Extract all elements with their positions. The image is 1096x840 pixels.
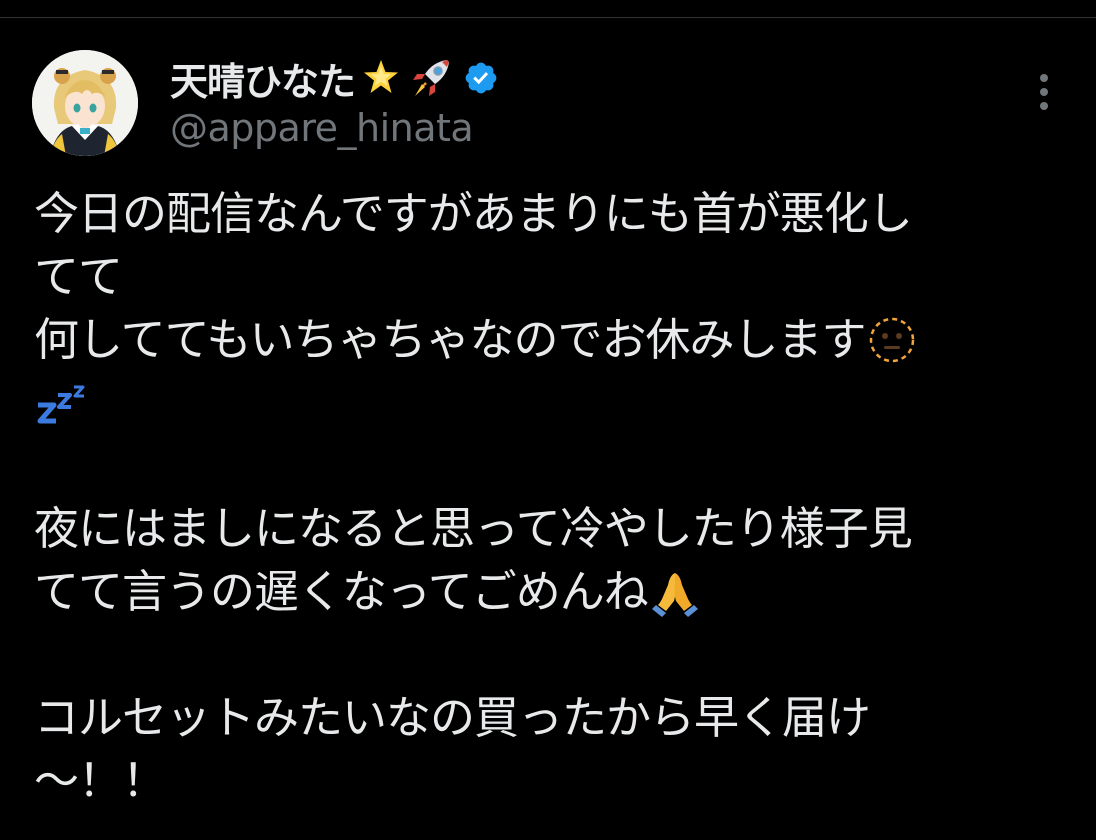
tweet-line: 夜にはましになると思って冷やしたり様子見 (34, 502, 913, 555)
rocket-icon (413, 60, 450, 96)
tweet-line (34, 434, 1054, 497)
tweet-line: コルセットみたいなの買ったから早く届け (34, 691, 871, 744)
tweet-line (34, 623, 1054, 686)
verified-badge-icon (465, 62, 497, 94)
dotted-line-face-icon (869, 317, 914, 362)
glowing-star-icon (364, 60, 399, 93)
more-vertical-icon (1040, 74, 1048, 110)
more-options-button[interactable] (1024, 70, 1064, 114)
avatar[interactable] (32, 50, 138, 156)
avatar-image (32, 50, 138, 156)
folded-hands-icon (651, 572, 698, 617)
tweet-line (34, 371, 1054, 434)
tweet-line: 何しててもいちゃちゃなのでお休みします (34, 308, 1054, 371)
display-name-row[interactable]: 天晴ひなた (170, 52, 499, 104)
tweet-line: 今日の配信なんですがあまりにも首が悪化し (34, 187, 913, 240)
top-divider (0, 17, 1096, 18)
tweet-line: てて言うの遅くなってごめんね (34, 560, 1054, 623)
user-handle[interactable]: @appare_hinata (170, 106, 474, 150)
zzz-icon (37, 385, 85, 423)
tweet-line: 〜！！ (34, 754, 167, 807)
display-name[interactable]: 天晴ひなた (170, 51, 356, 106)
tweet-text: 今日の配信なんですがあまりにも首が悪化し てて 何しててもいちゃちゃなのでお休み… (34, 182, 1054, 812)
tweet-line: てて (34, 250, 123, 303)
